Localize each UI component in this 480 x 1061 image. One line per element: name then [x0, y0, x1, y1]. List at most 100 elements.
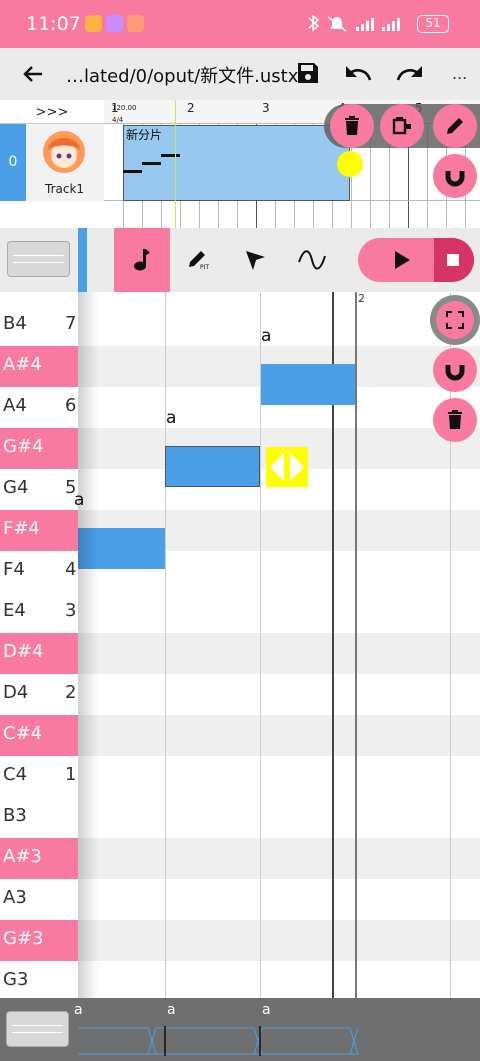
keyboard-shadow: [78, 292, 98, 998]
roll-row[interactable]: B4 7: [0, 305, 480, 346]
piano-key[interactable]: C#4: [0, 715, 78, 756]
piano-key-label: E4: [3, 600, 26, 621]
bar-number: 3: [262, 101, 270, 115]
piano-key-number: 2: [65, 682, 77, 703]
piano-key-label: C4: [3, 764, 28, 785]
undo-icon[interactable]: [343, 62, 373, 84]
piano-key-label: G#3: [3, 928, 44, 949]
transpose-icon: [392, 117, 411, 135]
roll-row[interactable]: G#3: [0, 920, 480, 961]
expand-tracks-button[interactable]: >>>: [0, 100, 104, 124]
piano-key[interactable]: B3: [0, 797, 78, 838]
part-name: 新分片: [126, 128, 163, 142]
edit-icon: [447, 118, 463, 134]
note-snap-button[interactable]: [433, 348, 477, 392]
delete-part-button[interactable]: [330, 104, 374, 148]
lane-lyric: a: [167, 1002, 176, 1018]
piano-key-label: D#4: [3, 641, 44, 662]
delete-notes-button[interactable]: [433, 398, 477, 442]
playhead-handle[interactable]: [337, 151, 363, 177]
file-path: …lated/0/oput/新文件.ustx: [66, 66, 299, 87]
back-icon[interactable]: [22, 64, 44, 84]
play-icon[interactable]: [392, 250, 412, 270]
track-snap-button[interactable]: [433, 154, 477, 198]
piano-key[interactable]: A4 6: [0, 387, 78, 428]
more-menu[interactable]: ...: [452, 64, 467, 83]
roll-row[interactable]: A#3: [0, 838, 480, 879]
piano-key[interactable]: B4 7: [0, 305, 78, 346]
piano-key-number: 6: [65, 395, 77, 416]
track-color-indicator: [78, 228, 87, 292]
roll-row[interactable]: F#4: [0, 510, 480, 551]
piano-key[interactable]: C5: [0, 292, 78, 305]
part-note-preview: [161, 154, 180, 157]
piano-key-label: F4: [3, 559, 25, 580]
roll-row[interactable]: C4 1: [0, 756, 480, 797]
note-resize-handle[interactable]: [266, 447, 308, 487]
delete-icon: [345, 116, 359, 135]
piano-key-number: 4: [65, 559, 77, 580]
piano-key[interactable]: A3: [0, 879, 78, 920]
battery-indicator: 51: [417, 15, 449, 33]
piano-key-label: B3: [3, 805, 27, 826]
piano-key[interactable]: G#3: [0, 920, 78, 961]
roll-row[interactable]: A4 6: [0, 387, 480, 428]
track-number-label: 0: [8, 154, 18, 170]
transpose-part-button[interactable]: [380, 104, 424, 148]
piano-key-label: A4: [3, 395, 27, 416]
roll-row[interactable]: D#4: [0, 633, 480, 674]
time-signature-label: 4/4: [112, 116, 124, 124]
roll-row[interactable]: D4 2: [0, 674, 480, 715]
piano-key-label: A3: [3, 887, 27, 908]
piano-key[interactable]: D4 2: [0, 674, 78, 715]
note-tool-icon: [134, 249, 150, 271]
piano-key[interactable]: C4 1: [0, 756, 78, 797]
save-icon[interactable]: [296, 61, 320, 85]
note-lyric: a: [166, 408, 177, 428]
piano-key-number: 3: [65, 600, 77, 621]
magnet-icon: [445, 361, 465, 381]
piano-key-number: 7: [65, 313, 77, 334]
piano-key[interactable]: F#4: [0, 510, 78, 551]
roll-row[interactable]: A3: [0, 879, 480, 920]
piano-key[interactable]: G#4: [0, 428, 78, 469]
note-block[interactable]: [165, 446, 260, 487]
roll-row[interactable]: G3: [0, 961, 480, 998]
piano-key-label: A#3: [3, 846, 42, 867]
selection-icon: [446, 311, 464, 329]
tempo-label: 120.00: [112, 104, 137, 112]
note-tool-button[interactable]: [114, 228, 170, 292]
note-block[interactable]: [261, 364, 355, 405]
roll-row[interactable]: A#4: [0, 346, 480, 387]
roll-row[interactable]: C#4: [0, 715, 480, 756]
roll-row[interactable]: C5: [0, 292, 480, 305]
piano-key-number: 1: [65, 764, 77, 785]
edit-part-button[interactable]: [433, 104, 477, 148]
part-note-preview: [123, 170, 142, 173]
selection-button[interactable]: [430, 295, 480, 345]
curve-icon[interactable]: [297, 250, 327, 270]
track-number[interactable]: 0: [0, 124, 26, 201]
lane-resize-handle[interactable]: [6, 1011, 69, 1047]
piano-key[interactable]: A#3: [0, 838, 78, 879]
delete-icon: [448, 410, 462, 429]
pitch-tool-button[interactable]: PIT: [180, 240, 220, 280]
battery-level: 51: [425, 16, 441, 30]
piano-key[interactable]: G4 5: [0, 469, 78, 510]
cursor-icon[interactable]: [243, 248, 267, 272]
piano-key[interactable]: E4 3: [0, 592, 78, 633]
roll-row[interactable]: E4 3: [0, 592, 480, 633]
piano-key[interactable]: F4 4: [0, 551, 78, 592]
app-notification-icon: [85, 15, 102, 32]
piano-roll[interactable]: C5 B4 7 A#4 A4 6 G#4 G45 F#4 F4 4 E4 3 D#4 D4 2 C#4 C4 1 B3…: [0, 292, 480, 998]
roll-row[interactable]: F4 4: [0, 551, 480, 592]
track-header[interactable]: Track1: [26, 124, 104, 201]
piano-key[interactable]: G3: [0, 961, 78, 998]
piano-key-label: C5: [3, 292, 27, 293]
panel-resize-handle[interactable]: [7, 241, 70, 277]
roll-row[interactable]: B3: [0, 797, 480, 838]
piano-key[interactable]: D#4: [0, 633, 78, 674]
piano-key[interactable]: A#4: [0, 346, 78, 387]
playhead: [175, 100, 176, 228]
redo-icon[interactable]: [395, 62, 425, 84]
